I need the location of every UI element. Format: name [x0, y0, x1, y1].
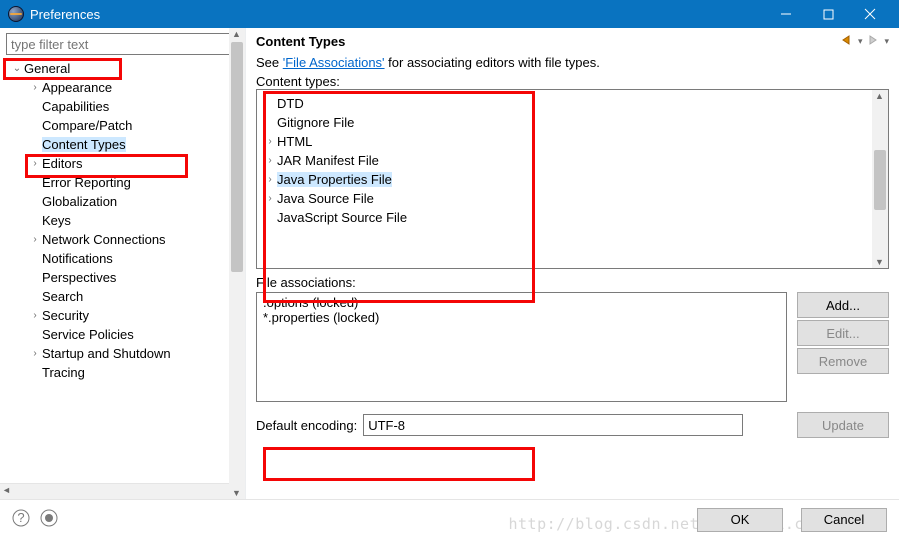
- footer: ? http://blog.csdn.net/ww521111.com OK C…: [0, 499, 899, 539]
- help-icon[interactable]: ?: [12, 509, 30, 530]
- add-button[interactable]: Add...: [797, 292, 889, 318]
- forward-icon[interactable]: [866, 34, 880, 49]
- highlight-box: [25, 154, 188, 178]
- tree-item[interactable]: ›Security: [4, 306, 245, 325]
- ct-v-scrollbar[interactable]: ▲ ▼: [872, 90, 888, 268]
- record-icon[interactable]: [40, 509, 58, 530]
- preference-tree[interactable]: ⌄General›AppearanceCapabilitiesCompare/P…: [0, 57, 245, 483]
- tree-item[interactable]: Service Policies: [4, 325, 245, 344]
- remove-button[interactable]: Remove: [797, 348, 889, 374]
- default-encoding-input[interactable]: [363, 414, 743, 436]
- hint-text: See 'File Associations' for associating …: [256, 55, 889, 70]
- sidebar-v-scrollbar[interactable]: ▲ ▼: [229, 28, 245, 499]
- svg-text:?: ?: [17, 510, 24, 525]
- highlight-box: [263, 447, 535, 481]
- edit-button[interactable]: Edit...: [797, 320, 889, 346]
- default-encoding-label: Default encoding:: [256, 418, 357, 433]
- close-button[interactable]: [849, 0, 891, 28]
- ok-button[interactable]: OK: [697, 508, 783, 532]
- minimize-button[interactable]: [765, 0, 807, 28]
- maximize-button[interactable]: [807, 0, 849, 28]
- back-icon[interactable]: [840, 34, 854, 49]
- page-heading: Content Types: [256, 34, 840, 49]
- tree-item[interactable]: Tracing: [4, 363, 245, 382]
- highlight-box: [3, 58, 122, 80]
- tree-item[interactable]: Notifications: [4, 249, 245, 268]
- tree-item[interactable]: Content Types: [4, 135, 245, 154]
- file-association-item[interactable]: *.properties (locked): [263, 310, 780, 325]
- nav-icons: ▾ ▾: [840, 34, 889, 49]
- window-title: Preferences: [30, 7, 765, 22]
- filter-box: [6, 33, 239, 55]
- highlight-box: [263, 91, 535, 303]
- tree-item[interactable]: Perspectives: [4, 268, 245, 287]
- titlebar: Preferences: [0, 0, 899, 28]
- eclipse-icon: [8, 6, 24, 22]
- file-associations-link[interactable]: 'File Associations': [283, 55, 385, 70]
- tree-item[interactable]: Keys: [4, 211, 245, 230]
- sidebar: ⌄General›AppearanceCapabilitiesCompare/P…: [0, 28, 246, 499]
- tree-item[interactable]: Capabilities: [4, 97, 245, 116]
- tree-item[interactable]: ›Startup and Shutdown: [4, 344, 245, 363]
- filter-input[interactable]: [6, 33, 239, 55]
- update-button[interactable]: Update: [797, 412, 889, 438]
- sidebar-h-scrollbar[interactable]: ◄ ►: [0, 483, 245, 499]
- tree-item[interactable]: Compare/Patch: [4, 116, 245, 135]
- tree-item[interactable]: ›Appearance: [4, 78, 245, 97]
- tree-item[interactable]: ›Network Connections: [4, 230, 245, 249]
- back-menu-icon[interactable]: ▾: [858, 36, 863, 47]
- forward-menu-icon[interactable]: ▾: [884, 36, 889, 47]
- file-associations-list[interactable]: .options (locked)*.properties (locked): [256, 292, 787, 402]
- tree-item[interactable]: Globalization: [4, 192, 245, 211]
- content-types-label: Content types:: [256, 74, 889, 89]
- cancel-button[interactable]: Cancel: [801, 508, 887, 532]
- tree-item[interactable]: Search: [4, 287, 245, 306]
